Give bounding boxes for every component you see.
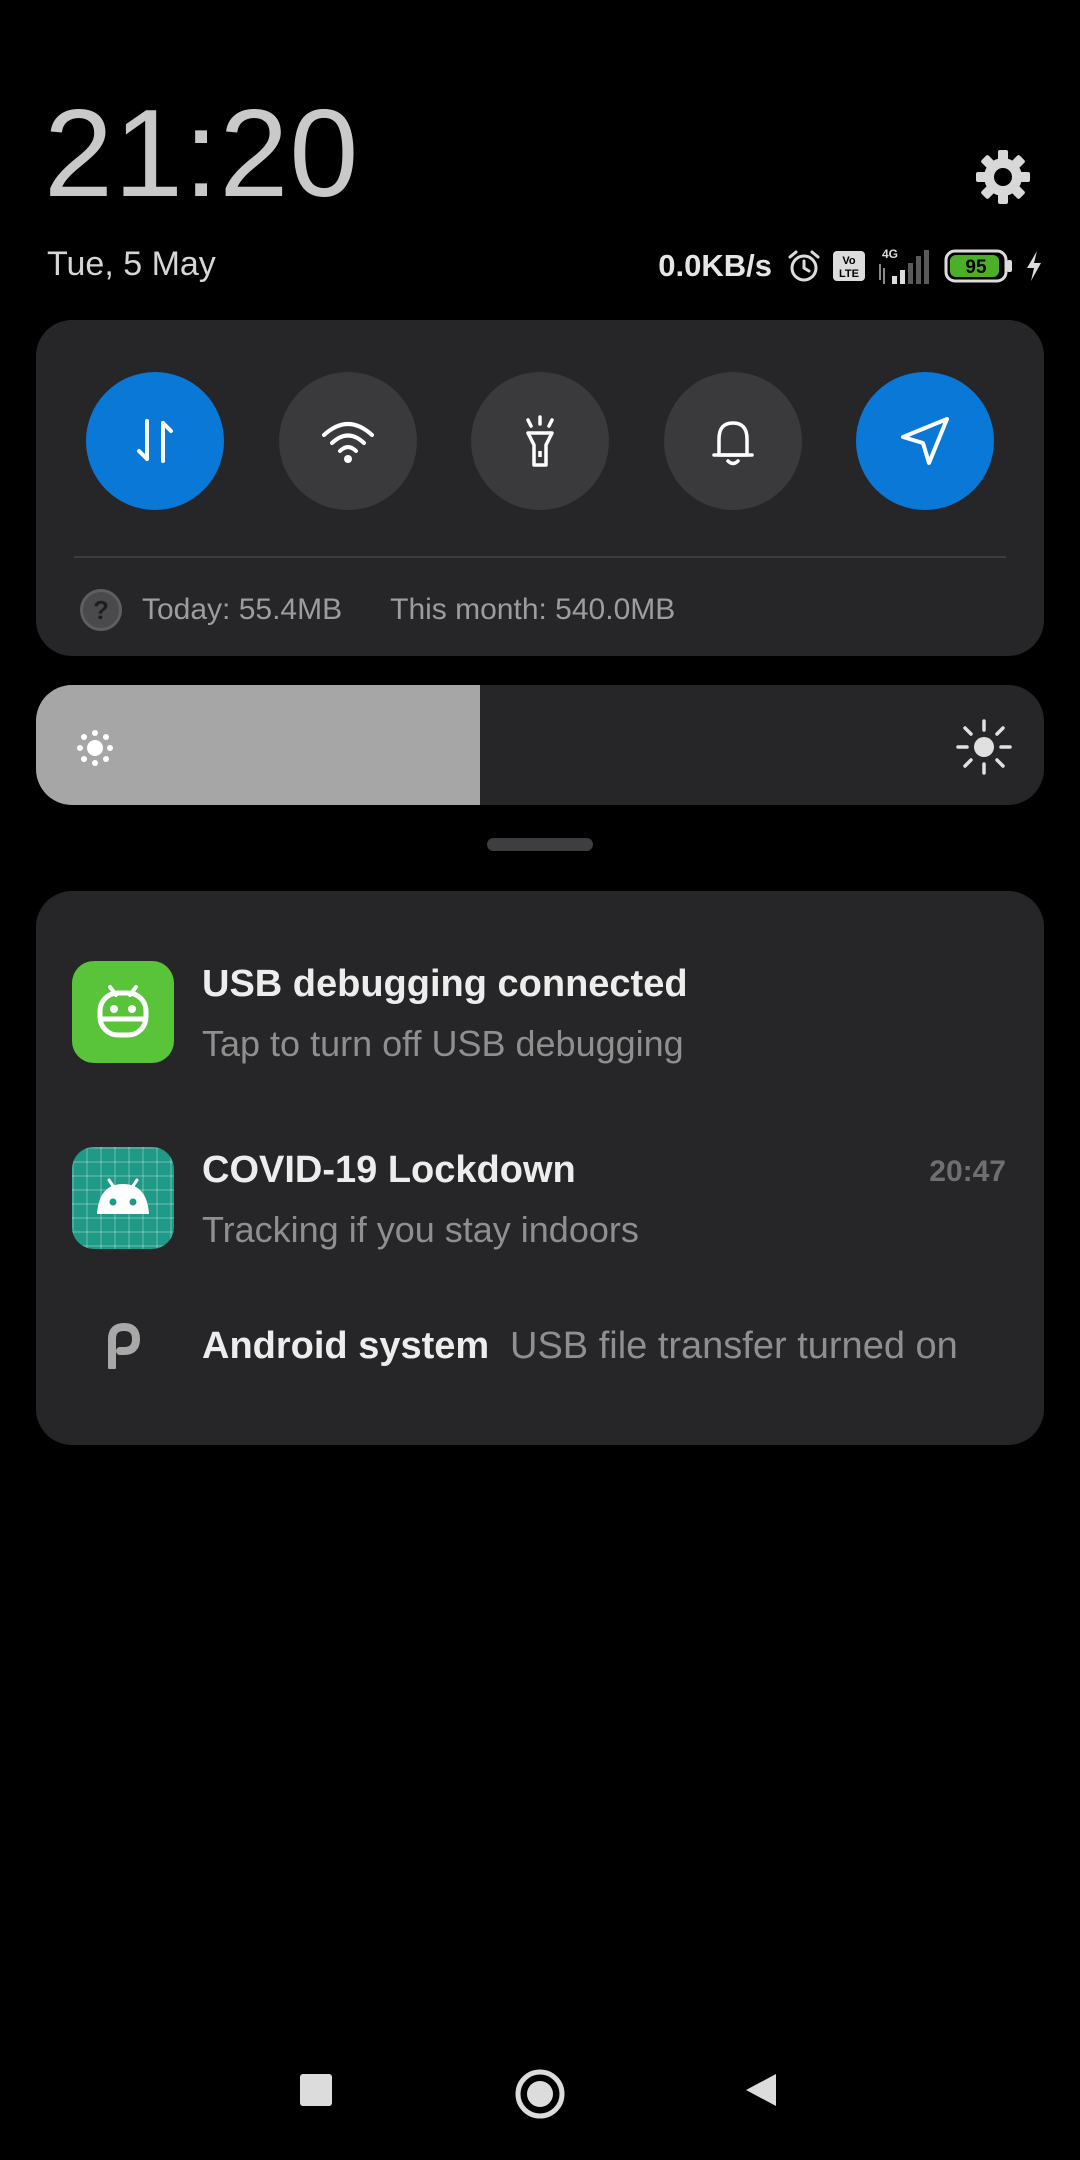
notification-usb-debugging[interactable]: USB debugging connected Tap to turn off …: [36, 961, 1044, 1101]
back-triangle-icon: [746, 2074, 776, 2106]
bell-icon: [712, 421, 754, 466]
mobile-data-toggle[interactable]: [86, 372, 224, 510]
notifications-panel: USB debugging connected Tap to turn off …: [36, 891, 1044, 1445]
status-icons: 0.0KB/s Vo LTE 4G 95: [658, 244, 1044, 288]
volte-label-bottom: LTE: [839, 268, 859, 280]
back-button[interactable]: [742, 2070, 782, 2115]
navigation-bar: [0, 2050, 1080, 2140]
shade-drag-handle[interactable]: [487, 838, 593, 851]
qs-divider: [74, 556, 1006, 558]
data-usage[interactable]: ? Today: 55.4MB This month: 540.0MB: [80, 586, 675, 634]
clock[interactable]: 21:20: [44, 92, 359, 216]
alarm-icon: [788, 250, 820, 282]
network-speed: 0.0KB/s: [658, 248, 772, 283]
notification-android-system[interactable]: Android system USB file transfer turned …: [36, 1319, 1044, 1375]
battery-level: 95: [965, 257, 987, 278]
quick-settings-panel: ? Today: 55.4MB This month: 540.0MB: [36, 320, 1044, 656]
sound-toggle[interactable]: [664, 372, 802, 510]
notification-title: USB debugging connected: [202, 963, 688, 1005]
battery-icon: 95: [944, 249, 1012, 283]
date[interactable]: Tue, 5 May: [47, 245, 216, 284]
brightness-low-icon: [77, 730, 113, 766]
home-button[interactable]: [514, 2068, 566, 2125]
gear-icon: [976, 150, 1030, 204]
recents-square-icon: [300, 2074, 332, 2106]
home-circle-icon: [515, 2069, 565, 2119]
location-arrow-icon: [901, 417, 949, 465]
location-toggle[interactable]: [856, 372, 994, 510]
volte-icon: Vo LTE: [833, 251, 865, 281]
4g-signal-icon: 4G: [879, 247, 929, 284]
flashlight-toggle[interactable]: [471, 372, 609, 510]
flashlight-icon: [526, 415, 554, 467]
usage-month: This month: 540.0MB: [390, 593, 676, 626]
wifi-icon: [322, 422, 374, 463]
notification-title: Android system: [202, 1325, 490, 1367]
brightness-slider[interactable]: [36, 685, 1044, 805]
help-icon: ?: [80, 589, 122, 631]
notification-text: Tracking if you stay indoors: [202, 1209, 639, 1250]
p-icon: [108, 1323, 141, 1369]
android-app-icon: [72, 1147, 174, 1249]
volte-label-top: Vo: [842, 255, 856, 267]
wifi-toggle[interactable]: [279, 372, 417, 510]
network-type-label: 4G: [882, 247, 898, 261]
notification-text: USB file transfer turned on: [510, 1325, 958, 1367]
notification-title: COVID-19 Lockdown: [202, 1149, 576, 1191]
notification-text: Tap to turn off USB debugging: [202, 1023, 684, 1064]
notification-time: 20:47: [929, 1155, 1006, 1188]
charging-icon: [1027, 251, 1041, 281]
settings-button[interactable]: [972, 146, 1034, 208]
brightness-high-icon: [956, 719, 1012, 775]
data-arrows-icon: [137, 419, 173, 463]
usage-today: Today: 55.4MB: [142, 593, 343, 626]
android-debug-icon: [72, 961, 174, 1063]
recents-button[interactable]: [296, 2070, 336, 2115]
notification-covid-lockdown[interactable]: COVID-19 Lockdown Tracking if you stay i…: [36, 1147, 1044, 1287]
